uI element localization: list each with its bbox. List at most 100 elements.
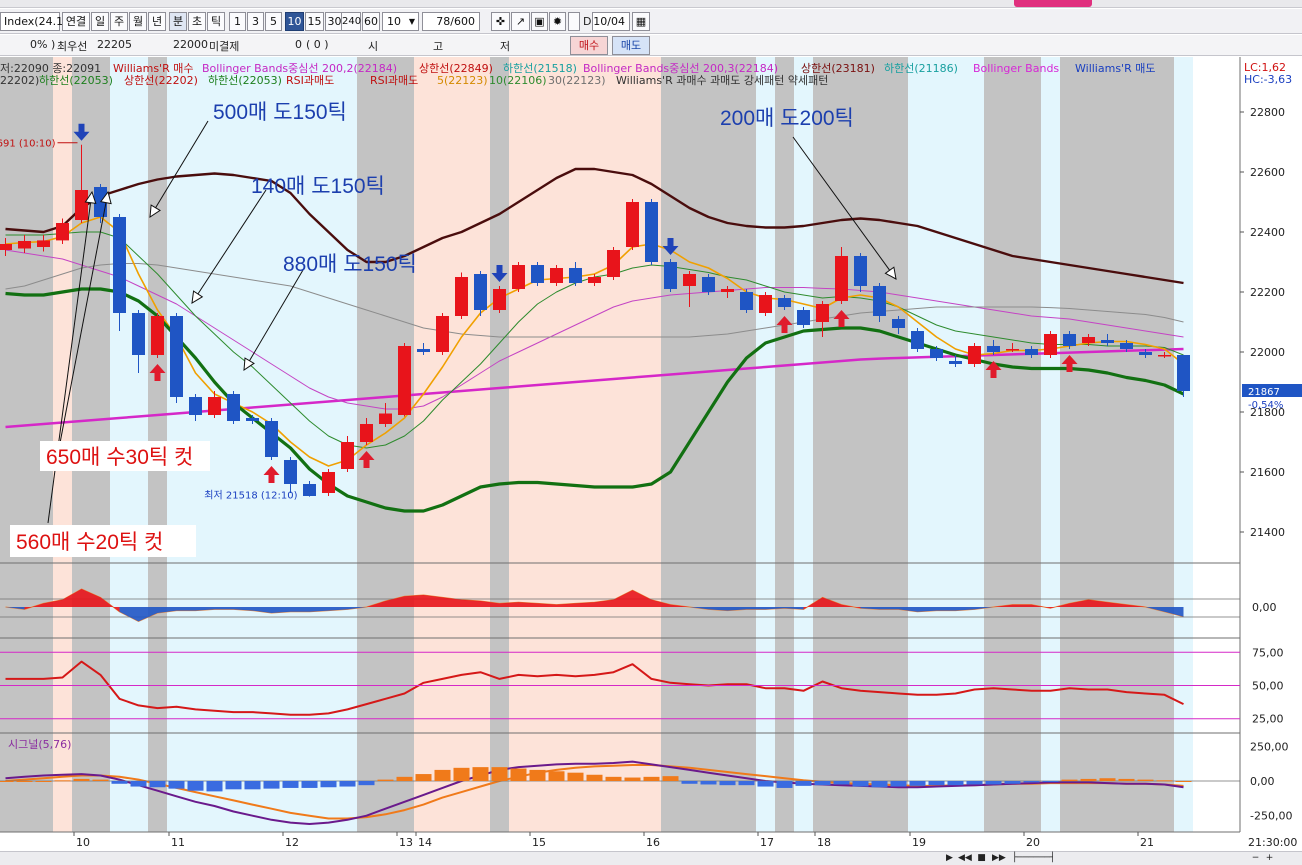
macd-histogram-bar [1099, 778, 1116, 781]
forward-icon[interactable]: ▶▶ [992, 853, 1006, 864]
legend-bb: Bollinger Bands [973, 62, 1059, 75]
calendar-icon[interactable]: ▦ [632, 12, 650, 31]
macd-histogram-bar [510, 768, 527, 781]
macd-histogram-bar [396, 776, 413, 781]
interval-10[interactable]: 10 [285, 12, 304, 31]
gear-icon[interactable]: ✹ [549, 12, 566, 31]
crosshair-icon[interactable]: ✜ [491, 12, 510, 31]
count-field[interactable]: 78/600 [422, 12, 480, 31]
candle-body [987, 346, 1000, 352]
draw-line-icon[interactable]: ↗ [511, 12, 530, 31]
candle-body [759, 295, 772, 313]
interval-60[interactable]: 60 [362, 12, 380, 31]
macd-histogram-bar [377, 779, 394, 781]
tab-month[interactable]: 월 [129, 12, 147, 31]
macd-histogram-bar [187, 781, 204, 791]
interval-combo[interactable]: 10 ▼ [382, 12, 419, 31]
shade-band [1041, 57, 1060, 832]
macd-tick-label: 0,00 [1250, 775, 1275, 788]
candle-body [512, 265, 525, 289]
candle-body [721, 289, 734, 292]
candle-body [1177, 355, 1190, 391]
quote-bar: 0% ) 최우선 22205 22000 미결제 0 ( 0 ) 시 고 저 매… [0, 35, 1302, 56]
shade-band [775, 57, 794, 832]
legend-2a: 22202) [0, 74, 39, 87]
rewind-icon[interactable]: ◀◀ [958, 853, 972, 864]
zoom-out-icon[interactable]: − [1250, 853, 1261, 864]
interval-3[interactable]: 3 [247, 12, 264, 31]
date-checkbox[interactable] [568, 12, 580, 31]
candle-body [1101, 340, 1114, 343]
candle-body [37, 240, 50, 247]
interval-5[interactable]: 5 [265, 12, 282, 31]
legend-ma5: 5(22123) [437, 74, 488, 87]
candle-body [227, 394, 240, 421]
axis-end-label: 21:30:00 [1248, 836, 1297, 849]
tab-tick[interactable]: 틱 [207, 12, 225, 31]
chart-area[interactable]: 2691 (10:10) 최저 21518 (12:10) 21400 21600 2… [0, 57, 1302, 851]
save-icon[interactable]: ▣ [531, 12, 548, 31]
macd-histogram-bar [738, 781, 755, 786]
macd-histogram-bar [1080, 778, 1097, 781]
interval-15[interactable]: 15 [305, 12, 324, 31]
candle-body [189, 397, 202, 415]
candle-body [303, 484, 316, 496]
candle-body [1006, 349, 1019, 351]
macd-histogram-bar [339, 781, 356, 787]
macd-histogram-bar [73, 778, 90, 781]
annotation-880-sell: 880매 도150틱 [283, 253, 417, 276]
macd-histogram-bar [225, 781, 242, 790]
candle-body [968, 346, 981, 364]
date-field[interactable]: 10/04 [592, 12, 630, 31]
candle-body [702, 277, 715, 292]
macd-histogram-bar [548, 771, 565, 781]
time-tick-label: 14 [418, 836, 432, 849]
interval-1[interactable]: 1 [229, 12, 246, 31]
candle-body [835, 256, 848, 301]
wr-area [746, 607, 766, 610]
annotation-650-buy-cut: 650매 수30틱 컷 [46, 446, 193, 469]
price-tick-label: 22200 [1250, 286, 1285, 299]
best-label: 최우선 [57, 40, 88, 53]
tab-year[interactable]: 년 [148, 12, 166, 31]
legend-ma30: 30(22123) [548, 74, 606, 87]
promo-button[interactable] [1014, 0, 1092, 7]
annotation-140-sell: 140매 도150틱 [251, 175, 385, 198]
play-icon[interactable]: ▶ [944, 853, 955, 864]
macd-histogram-bar [624, 777, 641, 781]
interval-240[interactable]: 240 [341, 12, 361, 31]
candle-body [170, 316, 183, 397]
macd-histogram-bar [111, 781, 128, 784]
macd-title: 시그널(5,76) [8, 738, 71, 751]
low-label: 저 [500, 40, 511, 53]
tab-minute[interactable]: 분 [169, 12, 187, 31]
tab-second[interactable]: 초 [188, 12, 206, 31]
tab-connected[interactable]: 연결 [62, 12, 90, 31]
macd-histogram-bar [434, 769, 451, 781]
rsi-tick-label: 75,00 [1252, 646, 1284, 659]
macd-histogram-bar [263, 781, 280, 789]
index-field[interactable]: Index(24.1 [0, 12, 63, 31]
candle-body [740, 292, 753, 310]
buy-button[interactable]: 매수 [570, 36, 608, 55]
macd-histogram-bar [814, 781, 831, 786]
high-price-label: 2691 (10:10) [0, 139, 56, 150]
tab-week[interactable]: 주 [110, 12, 128, 31]
candle-body [132, 313, 145, 355]
shade-band [661, 57, 756, 832]
rsi-tick-label: 25,00 [1252, 713, 1284, 726]
candle-body [284, 460, 297, 484]
macd-histogram-bar [1175, 781, 1192, 782]
legend-2d: 하한선(22053) [208, 73, 282, 87]
window-top-strip [0, 0, 1302, 8]
chevron-down-icon: ▼ [408, 17, 415, 26]
sell-button[interactable]: 매도 [612, 36, 650, 55]
wr-area [404, 595, 424, 607]
price-tick-label: 22800 [1250, 106, 1285, 119]
tab-day[interactable]: 일 [91, 12, 109, 31]
candle-body [854, 256, 867, 286]
stop-icon[interactable]: ■ [976, 853, 987, 864]
macd-histogram-bar [928, 781, 945, 786]
zoom-in-icon[interactable]: + [1264, 853, 1275, 864]
zoom-slider[interactable]: ├──────┤ [1012, 853, 1082, 864]
